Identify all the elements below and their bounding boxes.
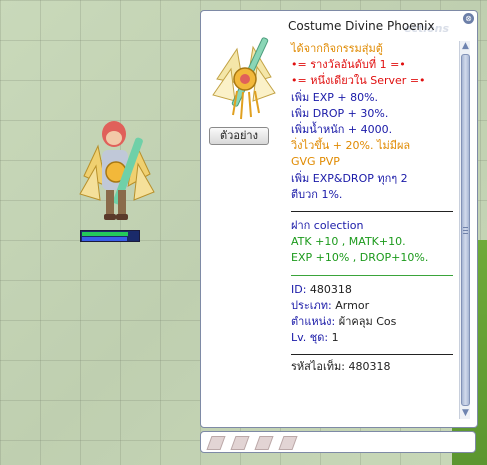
hp-bar-fill: [82, 232, 128, 236]
scroll-up-icon[interactable]: ▲: [460, 41, 471, 52]
card-slot-icon[interactable]: [278, 436, 298, 450]
type-label: ประเภท:: [291, 298, 332, 312]
item-level-row: Lv. ชุด: 1: [291, 330, 453, 346]
code-label: รหัสไอเท็ม:: [291, 360, 345, 374]
grip-line: [463, 233, 468, 234]
item-illustration: [212, 37, 276, 120]
type-value: Armor: [331, 298, 370, 312]
card-slot-icon[interactable]: [254, 436, 274, 450]
desc-line: ตีบวก 1%.: [291, 187, 343, 201]
item-title: Costume Divine Phoenix: [288, 19, 435, 33]
desc-line: วิ่งไวขึ้น + 20%. ไม่มีผล: [291, 139, 411, 153]
scroll-down-icon[interactable]: ▼: [460, 408, 471, 419]
preview-button[interactable]: ตัวอย่าง: [209, 127, 269, 145]
grip-line: [463, 227, 468, 228]
hp-sp-bar: [80, 230, 140, 242]
desc-line: ได้จากกิจกรรมสุ่มตู้: [291, 42, 383, 55]
item-type-row: ประเภท: Armor: [291, 298, 453, 314]
sp-bar-fill: [82, 237, 127, 241]
scroll-thumb[interactable]: [461, 54, 470, 406]
position-label: ตำแหน่ง:: [291, 315, 336, 329]
divider: [291, 354, 453, 356]
desc-line: เพิ่ม EXP&DROP ทุกๆ 2: [291, 171, 408, 185]
character-sprite[interactable]: [76, 116, 158, 226]
collection-header: ฝาก colection: [291, 219, 364, 233]
card-slot-bar: [200, 431, 476, 453]
collection-line: ATK +10 , MATK+10.: [291, 235, 406, 249]
card-slot-icon[interactable]: [206, 436, 226, 450]
item-info-window[interactable]: ections Costume Divine Phoenix ⊗ ตัวอย่า…: [200, 10, 478, 428]
level-label: Lv. ชุด:: [291, 331, 329, 345]
position-value: ผ้าคลุม Cos: [335, 315, 397, 329]
desc-line: เพิ่ม EXP + 80%.: [291, 90, 379, 104]
desc-line: •= รางวัลอันดับที่ 1 =•: [291, 58, 406, 72]
collection-line: EXP +10% , DROP+10%.: [291, 251, 429, 265]
desc-line: เพิ่มน้ำหนัก + 4000.: [291, 123, 393, 137]
desc-line: GVG PVP: [291, 155, 340, 169]
desc-line: เพิ่ม DROP + 30%.: [291, 106, 389, 120]
close-icon[interactable]: ⊗: [463, 13, 474, 24]
divider: [291, 274, 453, 276]
grip-line: [463, 230, 468, 231]
item-description: ได้จากกิจกรรมสุ่มตู้ •= รางวัลอันดับที่ …: [291, 41, 453, 376]
item-code-row: รหัสไอเท็ม: 480318: [291, 359, 453, 375]
scrollbar[interactable]: ▲ ▼: [459, 41, 470, 419]
divider: [291, 211, 453, 213]
id-value: 480318: [306, 282, 352, 296]
desc-line: •= หนึ่งเดียวใน Server =•: [291, 74, 426, 88]
id-label: ID:: [291, 282, 307, 296]
level-value: 1: [328, 331, 339, 345]
code-value: 480318: [344, 360, 391, 374]
item-position-row: ตำแหน่ง: ผ้าคลุม Cos: [291, 314, 453, 330]
item-id-row: ID: 480318: [291, 282, 453, 298]
card-slot-icon[interactable]: [230, 436, 250, 450]
